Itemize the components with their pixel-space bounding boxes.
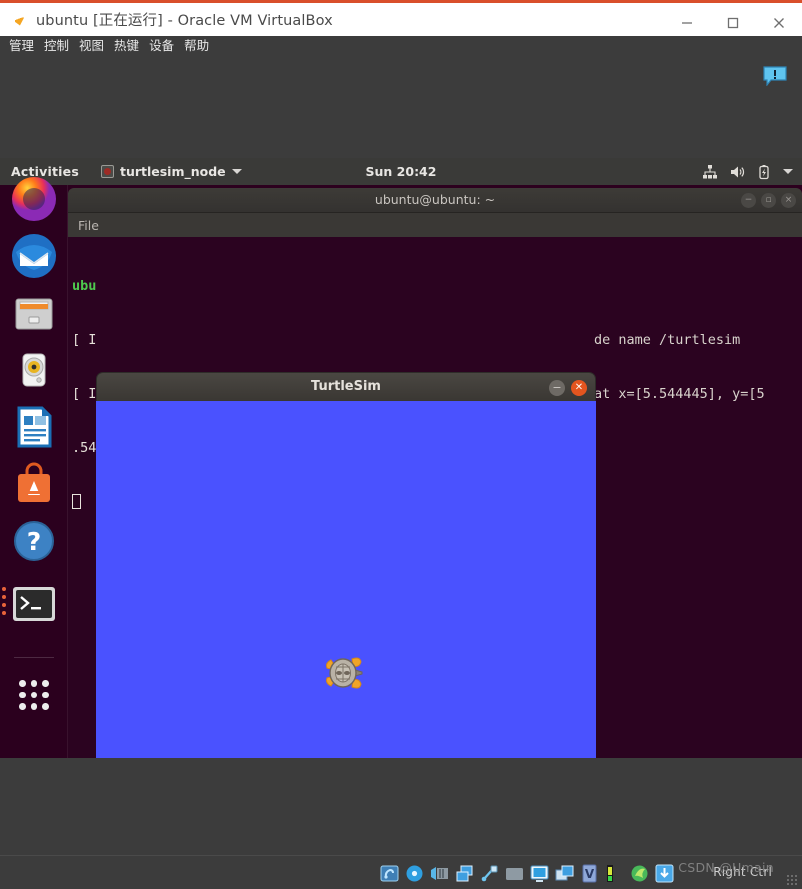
remote-desktop-icon[interactable] — [555, 864, 574, 883]
guest-additions-icon[interactable] — [630, 864, 649, 883]
close-button[interactable] — [756, 6, 802, 39]
virtualbox-tool-area — [0, 57, 802, 158]
menu-item-view[interactable]: 视图 — [74, 40, 109, 53]
terminal-titlebar: ubuntu@ubuntu: ~ − ▫ × — [68, 188, 802, 213]
terminal-running-indicator — [2, 587, 6, 619]
menu-item-help[interactable]: 帮助 — [179, 40, 214, 53]
terminal-menubar: File — [68, 213, 802, 237]
dock-item-libreoffice-impress[interactable] — [10, 403, 58, 451]
libreoffice-impress-icon — [17, 406, 52, 448]
chevron-down-icon — [231, 169, 242, 174]
minimize-button[interactable]: − — [741, 193, 756, 208]
app-menu-label: turtlesim_node — [119, 164, 226, 179]
menu-item-control[interactable]: 控制 — [39, 40, 74, 53]
device-status-icons: V — [380, 863, 674, 883]
virtualbox-logo-icon — [10, 11, 28, 29]
show-applications-grid-icon[interactable] — [16, 677, 52, 713]
resize-grip[interactable] — [786, 874, 798, 886]
window-title: ubuntu [正在运行] - Oracle VM VirtualBox — [36, 13, 333, 29]
rhythmbox-speaker-icon — [22, 353, 46, 387]
hard-disk-icon[interactable] — [380, 864, 399, 883]
maximize-button[interactable]: ▫ — [761, 193, 776, 208]
turtle-sprite — [322, 651, 366, 695]
network-icon[interactable] — [455, 864, 474, 883]
terminal-window-controls: − ▫ × — [741, 193, 796, 208]
system-menu-chevron-icon — [783, 169, 793, 174]
dock-item-help[interactable]: ? — [10, 517, 58, 565]
notification-balloon-icon[interactable] — [763, 66, 787, 87]
menu-item-file[interactable]: File — [78, 218, 111, 233]
menu-item-manage[interactable]: 管理 — [4, 40, 39, 53]
turtlesim-canvas[interactable] — [96, 401, 596, 758]
minimize-button[interactable] — [664, 6, 710, 39]
close-button[interactable]: ✕ — [571, 380, 587, 396]
svg-text:V: V — [585, 867, 595, 881]
terminal-prompt: ubu — [72, 278, 97, 294]
files-cabinet-icon — [15, 298, 53, 330]
turtlesim-titlebar: TurtleSim − ✕ — [96, 372, 596, 401]
ubuntu-software-bag-icon — [18, 462, 50, 502]
usb-icon[interactable] — [480, 864, 499, 883]
cpu-load-icon[interactable] — [605, 864, 624, 883]
optical-disk-icon[interactable] — [405, 864, 424, 883]
turtlesim-window-controls: − ✕ — [549, 380, 587, 396]
turtlesim-title: TurtleSim — [311, 379, 381, 394]
video-capture-icon[interactable]: V — [580, 864, 599, 883]
battery-icon — [756, 164, 772, 180]
dock-separator — [14, 657, 54, 658]
maximize-button[interactable] — [710, 6, 756, 39]
dock-item-firefox[interactable] — [10, 175, 58, 223]
dock-item-files[interactable] — [10, 289, 58, 337]
dock-item-rhythmbox[interactable] — [10, 346, 58, 394]
svg-text:?: ? — [27, 527, 42, 556]
menu-item-devices[interactable]: 设备 — [144, 40, 179, 53]
terminal-cursor — [72, 494, 81, 509]
terminal-prompt-icon — [13, 587, 55, 621]
close-button[interactable]: × — [781, 193, 796, 208]
guest-screen: Activities turtlesim_node Sun 20:42 ubun… — [0, 158, 802, 758]
volume-icon — [729, 164, 745, 180]
virtualbox-statusbar: V Right Ctrl CSDN @Umain — [0, 855, 802, 889]
thunderbird-icon — [12, 234, 56, 278]
download-icon[interactable] — [655, 864, 674, 883]
gnome-top-panel: Activities turtlesim_node Sun 20:42 — [0, 158, 802, 185]
app-menu-turtlesim-node[interactable]: turtlesim_node — [100, 164, 242, 179]
shared-folder-icon[interactable] — [505, 864, 524, 883]
window-controls — [664, 6, 802, 39]
terminal-line-tail: at x=[5.544445], y=[5 — [594, 386, 765, 402]
firefox-icon — [12, 177, 56, 221]
floppy-disk-icon[interactable] — [430, 864, 449, 883]
ubuntu-dock: ? — [0, 177, 68, 758]
virtualbox-window: ubuntu [正在运行] - Oracle VM VirtualBox 管理 … — [0, 0, 802, 889]
terminal-line-tail: de name /turtlesim — [594, 332, 741, 348]
turtlesim-app-icon — [100, 165, 114, 178]
network-icon — [702, 164, 718, 180]
minimize-button[interactable]: − — [549, 380, 565, 396]
virtualbox-titlebar: ubuntu [正在运行] - Oracle VM VirtualBox — [0, 0, 802, 36]
dock-item-thunderbird[interactable] — [10, 232, 58, 280]
turtlesim-window[interactable]: TurtleSim − ✕ — [96, 372, 596, 758]
terminal-title: ubuntu@ubuntu: ~ — [374, 192, 496, 207]
system-tray[interactable] — [702, 158, 793, 185]
help-question-icon: ? — [14, 521, 54, 561]
watermark: CSDN @Umain — [678, 860, 774, 875]
terminal-line: [ Ide name /turtlesim — [72, 332, 741, 348]
terminal-line: ubu — [72, 277, 802, 295]
dock-item-ubuntu-software[interactable] — [10, 460, 58, 508]
menu-item-hotkey[interactable]: 热键 — [109, 40, 144, 53]
virtualbox-menubar: 管理 控制 视图 热键 设备 帮助 — [0, 36, 802, 57]
display-icon[interactable] — [530, 864, 549, 883]
dock-item-terminal[interactable] — [10, 580, 58, 628]
